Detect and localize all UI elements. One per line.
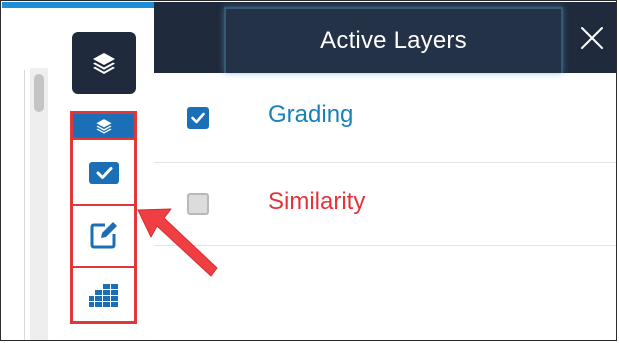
grading-checkbox[interactable] xyxy=(187,107,209,129)
layers-tool-button[interactable] xyxy=(73,114,134,138)
close-button[interactable] xyxy=(566,2,616,73)
layer-row-grading[interactable]: Grading xyxy=(154,73,616,163)
edit-tool-button[interactable] xyxy=(73,210,134,260)
edit-icon xyxy=(89,220,119,250)
screenshot-frame: Active Layers Grading Similarity xyxy=(0,0,617,341)
tool-separator xyxy=(73,266,134,268)
layers-icon xyxy=(91,51,117,75)
layers-toggle-button[interactable] xyxy=(72,32,136,94)
panel-title: Active Layers xyxy=(320,27,467,54)
tool-separator xyxy=(73,204,134,206)
panel-header: Active Layers xyxy=(154,2,616,73)
checkbox-icon xyxy=(88,162,119,184)
active-layers-panel: Active Layers Grading Similarity xyxy=(154,2,616,340)
layer-row-similarity[interactable]: Similarity xyxy=(154,163,616,246)
panel-title-tab: Active Layers xyxy=(224,7,563,73)
checkmark-icon xyxy=(191,112,205,124)
close-icon xyxy=(580,26,604,50)
tool-group-highlight xyxy=(70,111,137,324)
layer-label-grading[interactable]: Grading xyxy=(268,101,353,129)
layers-icon xyxy=(95,117,113,135)
grid-tool-button[interactable] xyxy=(73,271,134,321)
tool-separator xyxy=(73,138,134,140)
similarity-checkbox[interactable] xyxy=(187,193,209,215)
scrollbar-thumb[interactable] xyxy=(34,74,44,112)
left-divider xyxy=(24,70,25,340)
select-tool-button[interactable] xyxy=(73,148,134,198)
grid-icon xyxy=(88,284,119,308)
layer-label-similarity[interactable]: Similarity xyxy=(268,188,365,216)
